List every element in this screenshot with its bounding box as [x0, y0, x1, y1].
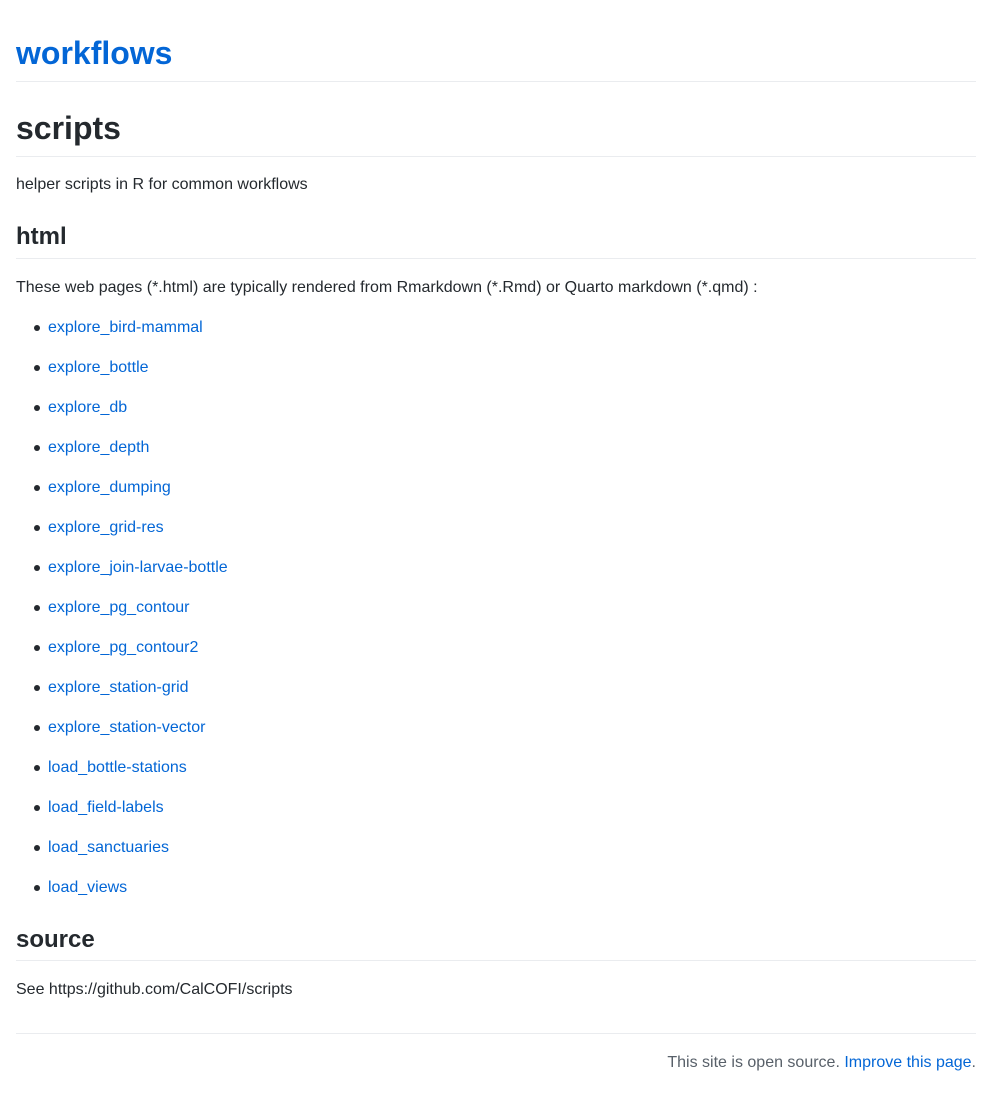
footer-divider — [16, 1033, 976, 1034]
bullet-icon — [34, 845, 40, 851]
improve-page-link[interactable]: Improve this page — [844, 1054, 971, 1071]
site-title-link[interactable]: workflows — [16, 31, 172, 75]
script-link[interactable]: explore_grid-res — [48, 519, 164, 536]
bullet-icon — [34, 605, 40, 611]
html-description: These web pages (*.html) are typically r… — [16, 279, 758, 296]
html-divider — [16, 258, 976, 259]
footer: This site is open source. Improve this p… — [667, 1051, 976, 1075]
script-link[interactable]: explore_join-larvae-bottle — [48, 559, 228, 576]
script-link[interactable]: explore_station-vector — [48, 719, 205, 736]
list-item: explore_db — [16, 396, 228, 436]
list-item: explore_station-vector — [16, 716, 228, 756]
list-item: load_views — [16, 876, 228, 916]
script-list: explore_bird-mammal explore_bottle explo… — [16, 316, 228, 916]
list-item: explore_bird-mammal — [16, 316, 228, 356]
bullet-icon — [34, 445, 40, 451]
script-link[interactable]: explore_dumping — [48, 479, 171, 496]
list-item: explore_join-larvae-bottle — [16, 556, 228, 596]
bullet-icon — [34, 765, 40, 771]
list-item: explore_pg_contour2 — [16, 636, 228, 676]
script-link[interactable]: explore_pg_contour2 — [48, 639, 198, 656]
footer-period: . — [971, 1054, 976, 1071]
bullet-icon — [34, 405, 40, 411]
bullet-icon — [34, 485, 40, 491]
script-link[interactable]: load_field-labels — [48, 799, 164, 816]
source-heading: source — [16, 926, 95, 953]
list-item: explore_dumping — [16, 476, 228, 516]
source-text: See https://github.com/CalCOFI/scripts — [16, 981, 293, 998]
list-item: load_bottle-stations — [16, 756, 228, 796]
header-divider — [16, 81, 976, 82]
footer-text: This site is open source. — [667, 1054, 840, 1071]
intro-text: helper scripts in R for common workflows — [16, 176, 308, 193]
list-item: load_field-labels — [16, 796, 228, 836]
bullet-icon — [34, 805, 40, 811]
bullet-icon — [34, 685, 40, 691]
script-link[interactable]: load_views — [48, 879, 127, 896]
bullet-icon — [34, 325, 40, 331]
list-item: explore_grid-res — [16, 516, 228, 556]
source-divider — [16, 960, 976, 961]
list-item: explore_pg_contour — [16, 596, 228, 636]
list-item: explore_bottle — [16, 356, 228, 396]
list-item: explore_depth — [16, 436, 228, 476]
bullet-icon — [34, 725, 40, 731]
script-link[interactable]: explore_bottle — [48, 359, 149, 376]
bullet-icon — [34, 365, 40, 371]
script-link[interactable]: explore_db — [48, 399, 127, 416]
script-link[interactable]: load_bottle-stations — [48, 759, 187, 776]
script-link[interactable]: load_sanctuaries — [48, 839, 169, 856]
html-heading: html — [16, 223, 67, 250]
script-link[interactable]: explore_station-grid — [48, 679, 189, 696]
page-title: scripts — [16, 110, 121, 146]
bullet-icon — [34, 525, 40, 531]
script-link[interactable]: explore_bird-mammal — [48, 319, 203, 336]
script-link[interactable]: explore_pg_contour — [48, 599, 189, 616]
title-divider — [16, 156, 976, 157]
page: workflows scripts helper scripts in R fo… — [0, 0, 992, 1106]
bullet-icon — [34, 885, 40, 891]
list-item: load_sanctuaries — [16, 836, 228, 876]
bullet-icon — [34, 565, 40, 571]
script-link[interactable]: explore_depth — [48, 439, 149, 456]
bullet-icon — [34, 645, 40, 651]
list-item: explore_station-grid — [16, 676, 228, 716]
